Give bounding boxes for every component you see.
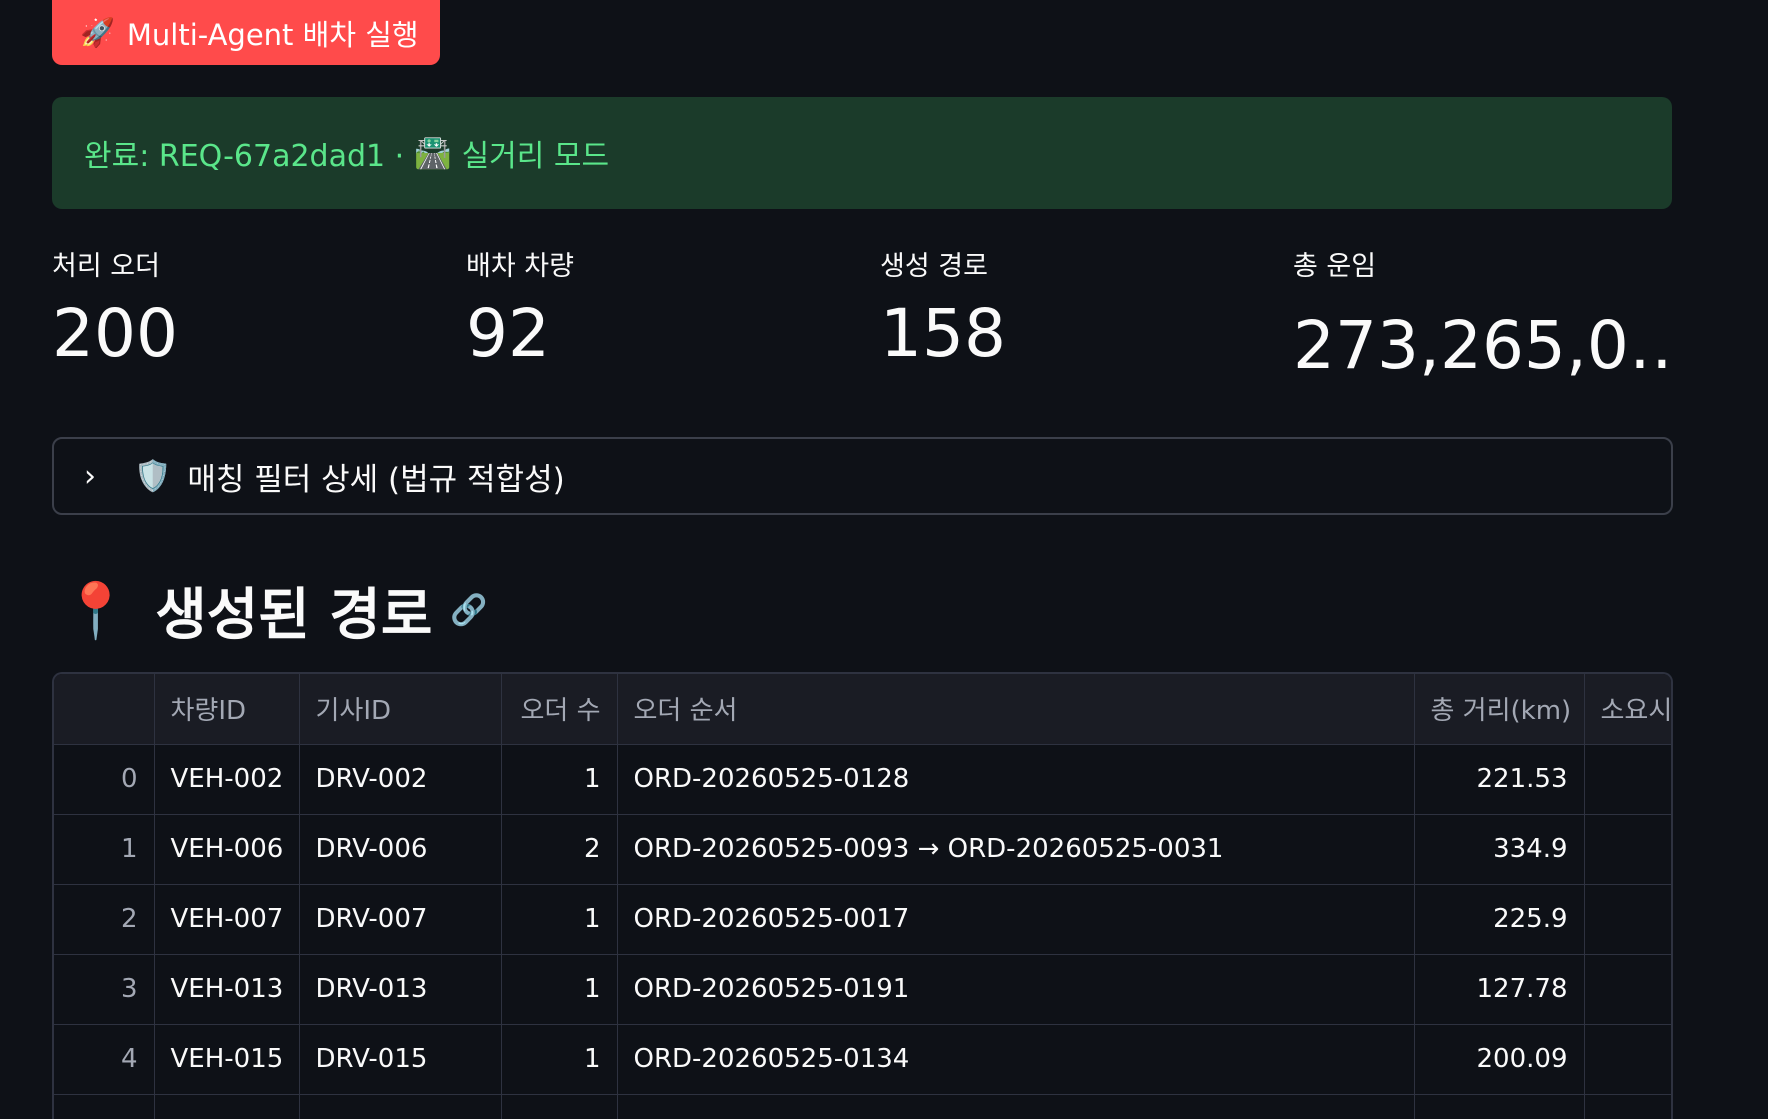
order-sequence-cell[interactable] [617,1094,1415,1119]
total-distance-cell[interactable]: 334.9 [1414,814,1585,885]
run-dispatch-button[interactable]: 🚀 Multi-Agent 배차 실행 [52,0,440,65]
metric-vehicles: 배차 차량 92 [466,244,574,367]
driver-id-cell[interactable] [299,1094,502,1119]
order-sequence-cell[interactable]: ORD-20260525-0191 [617,954,1415,1025]
metric-label: 총 운임 [1293,251,1377,282]
total-distance-cell[interactable]: 221.53 [1414,744,1585,815]
metric-value: 200 [52,295,178,372]
driver-id-cell[interactable]: DRV-013 [299,954,502,1025]
order-count-cell[interactable]: 1 [501,954,618,1025]
vehicle-id-cell[interactable]: VEH-006 [154,814,300,885]
run-dispatch-label: Multi-Agent 배차 실행 [126,17,419,52]
road-icon: 🛣️ [414,135,452,171]
driver-id-cell[interactable]: DRV-006 [299,814,502,885]
duration-cell[interactable] [1584,884,1671,955]
total-distance-cell[interactable]: 127.78 [1414,954,1585,1025]
link-icon[interactable]: 🔗 [450,593,487,628]
order-count-cell[interactable]: 2 [501,814,618,885]
column-header-order-sequence[interactable]: 오더 순서 [617,674,1415,745]
column-header-vehicle-id[interactable]: 차량ID [154,674,300,745]
table-row[interactable]: 1 VEH-006 DRV-006 2 ORD-20260525-0093 → … [54,814,1671,885]
expander-label: 매칭 필터 상세 (법규 적합성) [187,461,565,498]
order-count-cell[interactable]: 1 [501,744,618,815]
status-text: 완료: REQ-67a2dad1 · [84,139,405,174]
row-index: 4 [54,1024,155,1095]
table-row[interactable]: 3 VEH-013 DRV-013 1 ORD-20260525-0191 12… [54,954,1671,1025]
driver-id-cell[interactable]: DRV-015 [299,1024,502,1095]
chevron-right-icon: › [84,458,96,494]
vehicle-id-cell[interactable] [154,1094,300,1119]
routes-table[interactable]: 차량ID 기사ID 오더 수 오더 순서 총 거리(km) 소요시 0 VEH-… [52,672,1673,1119]
metric-value: 273,265,0… [1293,313,1673,379]
vehicle-id-cell[interactable]: VEH-002 [154,744,300,815]
rocket-icon: 🚀 [80,16,115,49]
metric-routes: 생성 경로 158 [880,244,1006,367]
column-header-order-count[interactable]: 오더 수 [501,674,618,745]
row-index: 3 [54,954,155,1025]
duration-cell[interactable] [1584,1094,1671,1119]
table-row[interactable] [54,1094,1671,1119]
column-header-driver-id[interactable]: 기사ID [299,674,502,745]
order-count-cell[interactable]: 1 [501,884,618,955]
table-row[interactable]: 0 VEH-002 DRV-002 1 ORD-20260525-0128 22… [54,744,1671,815]
driver-id-cell[interactable]: DRV-007 [299,884,502,955]
duration-cell[interactable] [1584,744,1671,815]
vehicle-id-cell[interactable]: VEH-007 [154,884,300,955]
duration-cell[interactable] [1584,1024,1671,1095]
order-count-cell[interactable] [501,1094,618,1119]
column-header-duration[interactable]: 소요시 [1584,674,1671,745]
match-filter-expander[interactable]: › 🛡️ 매칭 필터 상세 (법규 적합성) [52,437,1673,515]
order-sequence-cell[interactable]: ORD-20260525-0017 [617,884,1415,955]
column-header-index[interactable] [54,674,155,745]
metric-value: 92 [466,295,550,372]
table-header-row: 차량ID 기사ID 오더 수 오더 순서 총 거리(km) 소요시 [54,674,1671,745]
metric-total-fare: 총 운임 273,265,0… [1293,244,1673,379]
page: 🚀 Multi-Agent 배차 실행 완료: REQ-67a2dad1 · 🛣… [0,0,1768,1119]
vehicle-id-cell[interactable]: VEH-015 [154,1024,300,1095]
row-index: 0 [54,744,155,815]
metric-value: 158 [880,295,1006,372]
total-distance-cell[interactable] [1414,1094,1585,1119]
vehicle-id-cell[interactable]: VEH-013 [154,954,300,1025]
column-header-total-distance[interactable]: 총 거리(km) [1414,674,1585,745]
total-distance-cell[interactable]: 200.09 [1414,1024,1585,1095]
shield-icon: 🛡️ [134,458,172,494]
metric-label: 배차 차량 [466,251,574,282]
section-heading: 📍 생성된 경로 🔗 [62,570,488,651]
duration-cell[interactable] [1584,814,1671,885]
total-distance-cell[interactable]: 225.9 [1414,884,1585,955]
table-row[interactable]: 4 VEH-015 DRV-015 1 ORD-20260525-0134 20… [54,1024,1671,1095]
row-index: 2 [54,884,155,955]
row-index: 1 [54,814,155,885]
driver-id-cell[interactable]: DRV-002 [299,744,502,815]
order-sequence-cell[interactable]: ORD-20260525-0128 [617,744,1415,815]
duration-cell[interactable] [1584,954,1671,1025]
mode-text: 실거리 모드 [461,139,610,174]
metric-orders: 처리 오더 200 [52,244,178,367]
order-sequence-cell[interactable]: ORD-20260525-0093 → ORD-20260525-0031 [617,814,1415,885]
row-index [54,1094,155,1119]
table-row[interactable]: 2 VEH-007 DRV-007 1 ORD-20260525-0017 22… [54,884,1671,955]
order-sequence-cell[interactable]: ORD-20260525-0134 [617,1024,1415,1095]
pin-icon: 📍 [62,578,130,642]
metric-label: 처리 오더 [52,251,160,282]
success-alert: 완료: REQ-67a2dad1 · 🛣️ 실거리 모드 [52,97,1672,209]
order-count-cell[interactable]: 1 [501,1024,618,1095]
metric-label: 생성 경로 [880,251,988,282]
section-title: 생성된 경로 [155,583,433,648]
